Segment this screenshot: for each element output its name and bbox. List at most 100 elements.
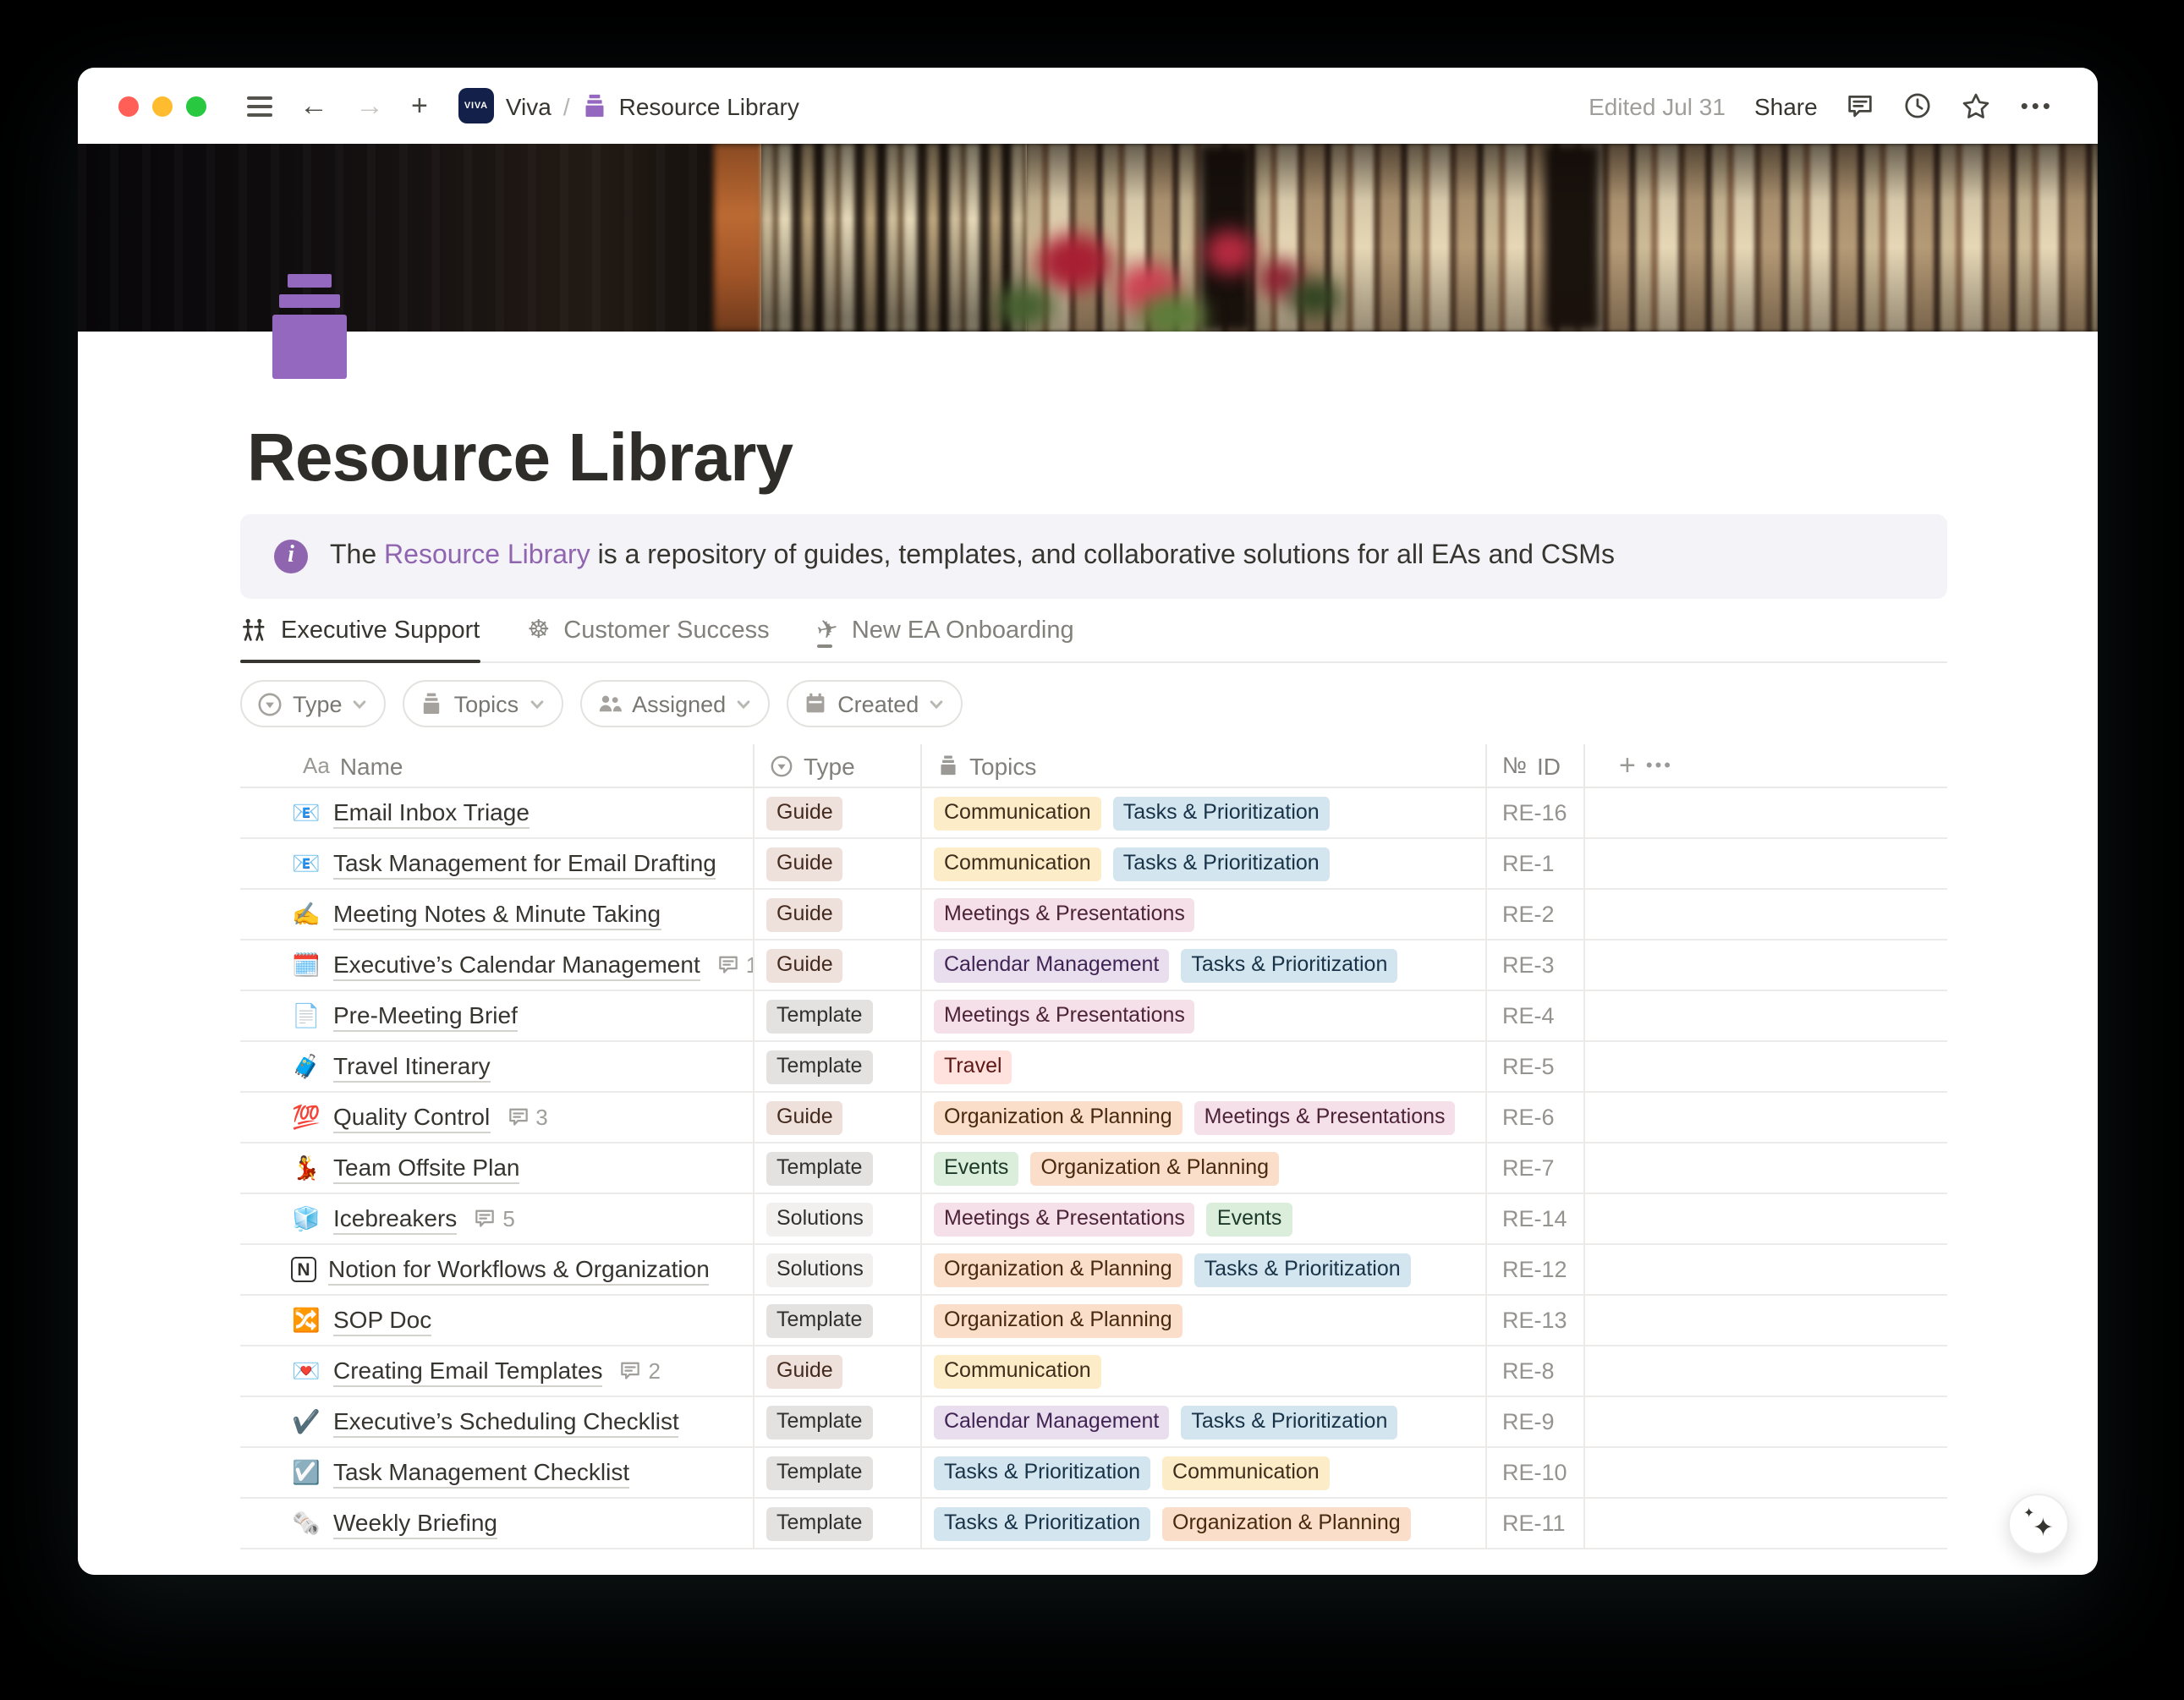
filter-topics[interactable]: Topics xyxy=(403,680,563,727)
sidebar-menu-icon[interactable] xyxy=(247,96,272,116)
row-name-link[interactable]: Quality Control xyxy=(333,1102,490,1132)
comment-count[interactable]: 3 xyxy=(507,1105,547,1130)
filter-created[interactable]: Created xyxy=(787,680,963,727)
row-name-link[interactable]: SOP Doc xyxy=(333,1305,431,1335)
row-id-cell[interactable]: RE-4 xyxy=(1485,991,1583,1040)
row-name-link[interactable]: Travel Itinerary xyxy=(333,1051,491,1082)
row-id-cell[interactable]: RE-2 xyxy=(1485,890,1583,939)
row-id-cell[interactable]: RE-14 xyxy=(1485,1194,1583,1243)
row-topics-cell[interactable]: CommunicationTasks & Prioritization xyxy=(920,788,1485,837)
row-name-link[interactable]: Executive’s Calendar Management xyxy=(333,950,700,980)
tab-executive-support[interactable]: Executive Support xyxy=(240,599,480,661)
notion-ai-button[interactable]: ✦✦ xyxy=(2008,1494,2069,1555)
row-topics-cell[interactable]: Travel xyxy=(920,1042,1485,1091)
zoom-window-button[interactable] xyxy=(186,96,206,116)
row-type-cell[interactable]: Guide xyxy=(753,1346,920,1396)
row-name-link[interactable]: Task Management for Email Drafting xyxy=(333,848,716,879)
row-topics-cell[interactable]: Calendar ManagementTasks & Prioritizatio… xyxy=(920,940,1485,990)
row-type-cell[interactable]: Guide xyxy=(753,1093,920,1142)
row-type-cell[interactable]: Solutions xyxy=(753,1194,920,1243)
comment-count[interactable]: 1 xyxy=(717,952,753,978)
row-type-cell[interactable]: Template xyxy=(753,1143,920,1193)
row-type-cell[interactable]: Solutions xyxy=(753,1245,920,1294)
breadcrumb-page[interactable]: Resource Library xyxy=(619,92,799,119)
close-window-button[interactable] xyxy=(118,96,139,116)
new-page-icon[interactable]: + xyxy=(411,91,428,120)
row-id-cell[interactable]: RE-1 xyxy=(1485,839,1583,888)
column-header-name[interactable]: Aa Name xyxy=(240,744,753,787)
comments-icon[interactable] xyxy=(1847,91,1875,120)
row-topics-cell[interactable]: Meetings & Presentations xyxy=(920,991,1485,1040)
row-topics-cell[interactable]: Organization & PlanningTasks & Prioritiz… xyxy=(920,1245,1485,1294)
breadcrumb-workspace[interactable]: Viva xyxy=(506,92,551,119)
table-row: 📄Pre-Meeting BriefTemplateMeetings & Pre… xyxy=(240,991,1947,1042)
row-topics-cell[interactable]: Tasks & PrioritizationOrganization & Pla… xyxy=(920,1499,1485,1548)
minimize-window-button[interactable] xyxy=(152,96,173,116)
comment-count[interactable]: 2 xyxy=(620,1358,661,1384)
row-name-link[interactable]: Notion for Workflows & Organization xyxy=(328,1254,710,1285)
table-more-icon[interactable]: ••• xyxy=(1646,755,1673,776)
back-icon[interactable]: ← xyxy=(299,91,328,120)
row-name-link[interactable]: Team Offsite Plan xyxy=(333,1153,520,1183)
tab-customer-success[interactable]: ☸Customer Success xyxy=(527,599,769,661)
row-name-link[interactable]: Task Management Checklist xyxy=(333,1457,629,1488)
row-name-link[interactable]: Meeting Notes & Minute Taking xyxy=(333,899,661,930)
cover-image[interactable] xyxy=(78,144,2098,332)
row-type-cell[interactable]: Guide xyxy=(753,788,920,837)
comment-count[interactable]: 5 xyxy=(474,1206,514,1231)
history-icon[interactable] xyxy=(1904,91,1933,120)
table-row: 💯Quality Control3GuideOrganization & Pla… xyxy=(240,1093,1947,1143)
type-property-icon xyxy=(257,691,283,716)
row-id-cell[interactable]: RE-11 xyxy=(1485,1499,1583,1548)
row-id-cell[interactable]: RE-7 xyxy=(1485,1143,1583,1193)
column-header-id[interactable]: № ID xyxy=(1485,744,1583,787)
row-id-cell[interactable]: RE-13 xyxy=(1485,1296,1583,1345)
row-name-link[interactable]: Executive’s Scheduling Checklist xyxy=(333,1407,679,1437)
row-topics-cell[interactable]: Organization & PlanningMeetings & Presen… xyxy=(920,1093,1485,1142)
row-topics-cell[interactable]: Meetings & PresentationsEvents xyxy=(920,1194,1485,1243)
row-id-cell[interactable]: RE-5 xyxy=(1485,1042,1583,1091)
row-type-cell[interactable]: Template xyxy=(753,991,920,1040)
row-name-link[interactable]: Email Inbox Triage xyxy=(333,798,530,828)
row-id-cell[interactable]: RE-9 xyxy=(1485,1397,1583,1446)
workspace-logo[interactable]: VIVA xyxy=(458,88,494,123)
row-topics-cell[interactable]: EventsOrganization & Planning xyxy=(920,1143,1485,1193)
row-id-cell[interactable]: RE-3 xyxy=(1485,940,1583,990)
row-id-cell[interactable]: RE-12 xyxy=(1485,1245,1583,1294)
row-type-cell[interactable]: Guide xyxy=(753,839,920,888)
row-type-cell[interactable]: Template xyxy=(753,1296,920,1345)
row-type-cell[interactable]: Template xyxy=(753,1448,920,1497)
row-type-cell[interactable]: Template xyxy=(753,1397,920,1446)
page-icon-archive[interactable] xyxy=(267,274,352,379)
page-title[interactable]: Resource Library xyxy=(247,420,1947,497)
row-topics-cell[interactable]: Organization & Planning xyxy=(920,1296,1485,1345)
filter-assigned[interactable]: Assigned xyxy=(579,680,770,727)
filter-type[interactable]: Type xyxy=(240,680,387,727)
row-topics-cell[interactable]: CommunicationTasks & Prioritization xyxy=(920,839,1485,888)
row-topics-cell[interactable]: Meetings & Presentations xyxy=(920,890,1485,939)
row-topics-cell[interactable]: Calendar ManagementTasks & Prioritizatio… xyxy=(920,1397,1485,1446)
more-options-icon[interactable]: ••• xyxy=(2021,95,2054,117)
row-name-link[interactable]: Creating Email Templates xyxy=(333,1356,603,1386)
row-type-cell[interactable]: Guide xyxy=(753,940,920,990)
row-id-cell[interactable]: RE-6 xyxy=(1485,1093,1583,1142)
row-type-cell[interactable]: Template xyxy=(753,1499,920,1548)
row-name-link[interactable]: Pre-Meeting Brief xyxy=(333,1001,518,1031)
table-row: 🗓️Executive’s Calendar Management1GuideC… xyxy=(240,940,1947,991)
tab-new-ea-onboarding[interactable]: ✈New EA Onboarding xyxy=(817,599,1074,661)
share-button[interactable]: Share xyxy=(1754,92,1818,119)
column-header-topics[interactable]: Topics xyxy=(920,744,1485,787)
add-property-icon[interactable]: + xyxy=(1619,751,1636,780)
column-header-type[interactable]: Type xyxy=(753,744,920,787)
row-name-link[interactable]: Weekly Briefing xyxy=(333,1508,497,1538)
row-id-cell[interactable]: RE-16 xyxy=(1485,788,1583,837)
row-name-link[interactable]: Icebreakers xyxy=(333,1204,457,1234)
callout-page-link[interactable]: Resource Library xyxy=(384,541,590,570)
row-topics-cell[interactable]: Tasks & PrioritizationCommunication xyxy=(920,1448,1485,1497)
row-id-cell[interactable]: RE-8 xyxy=(1485,1346,1583,1396)
row-topics-cell[interactable]: Communication xyxy=(920,1346,1485,1396)
row-id-cell[interactable]: RE-10 xyxy=(1485,1448,1583,1497)
row-type-cell[interactable]: Template xyxy=(753,1042,920,1091)
favorite-star-icon[interactable] xyxy=(1962,90,1992,121)
row-type-cell[interactable]: Guide xyxy=(753,890,920,939)
